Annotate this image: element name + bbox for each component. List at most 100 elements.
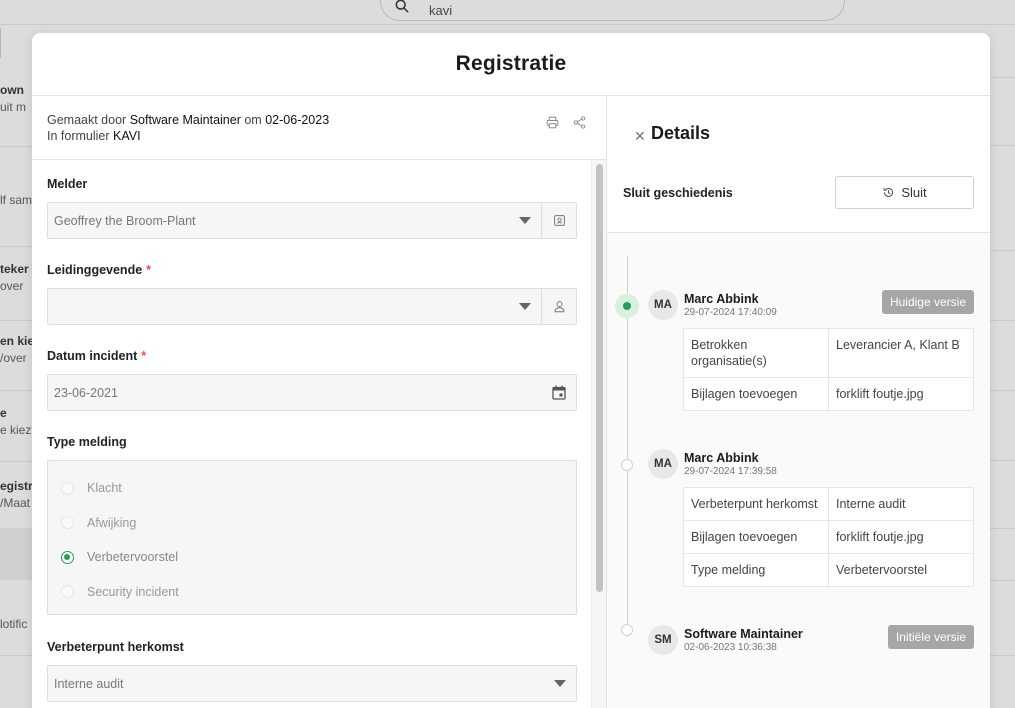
radio-option-verbetervoorstel[interactable]: Verbetervoorstel [61,540,576,575]
background-divider [990,390,1015,391]
change-field: Bijlagen toevoegen [683,520,829,554]
user-icon [554,301,564,313]
datum-incident-value: 23-06-2021 [54,385,118,400]
chevron-down-icon [554,680,566,687]
leidinggevende-user-button[interactable] [541,289,576,324]
background-divider [0,320,32,321]
datum-incident-input[interactable]: 23-06-2021 [47,374,577,411]
form-scrollbar[interactable] [591,160,606,708]
leidinggevende-select[interactable] [47,288,577,325]
background-divider [0,390,32,391]
background-divider [990,77,1015,78]
background-list-item: own uit m [0,83,27,114]
background-divider [990,528,1015,529]
background-search-bar: kavi [380,0,845,21]
registration-modal: Registratie Gemaakt door Software Mainta… [32,33,990,708]
entry-timestamp: 29-07-2024 17:40:09 [684,307,777,318]
radio-button[interactable] [61,516,74,530]
table-row: Bijlagen toevoegen forklift foutje.jpg [683,377,974,411]
details-title: Details [651,123,711,143]
background-divider [0,246,32,247]
entry-timestamp: 29-07-2024 17:39:58 [684,466,777,477]
avatar: MA [648,449,678,479]
radio-option-afwijking[interactable]: Afwijking [61,506,576,541]
change-value: Verbetervoorstel [828,553,974,587]
radio-button-selected[interactable] [61,550,74,564]
close-icon[interactable]: ✕ [634,128,646,145]
change-value: forklift foutje.jpg [828,520,974,554]
form-name: KAVI [113,129,141,143]
table-row: Bijlagen toevoegen forklift foutje.jpg [683,520,974,554]
table-row: Type melding Verbetervoorstel [683,553,974,587]
melder-select[interactable]: Geoffrey the Broom-Plant [47,202,577,239]
change-table: Verbeterpunt herkomst Interne audit Bijla… [683,487,974,587]
form-panel: Gemaakt door Software Maintainer om 02-0… [32,96,607,708]
background-list-item: lf sam [0,193,32,207]
background-divider [0,24,1015,25]
share-icon[interactable] [573,116,586,129]
background-list-item: en kiez/over [0,334,32,365]
background-divider [0,28,1,58]
table-row: Betrokken organisatie(s) Leverancier A, K… [683,328,974,378]
details-header: ✕ Details Sluit geschiedenis Sluit [607,96,990,233]
timeline-dot-current [615,294,639,318]
chevron-down-icon [519,217,531,224]
change-field: Bijlagen toevoegen [683,377,829,411]
background-list-item: ee kiez [0,406,32,437]
table-row: Verbeterpunt herkomst Interne audit [683,487,974,521]
radio-button[interactable] [61,481,74,495]
close-history-button[interactable]: Sluit [835,176,974,209]
change-field: Type melding [683,553,829,587]
search-icon [395,0,409,13]
entry-timestamp: 02-06-2023 10:36:38 [684,642,777,653]
created-by-line: Gemaakt door Software Maintainer om 02-0… [47,113,330,127]
contact-card-icon [553,215,565,226]
meta-actions [546,116,586,129]
verbeterpunt-herkomst-value: Interne audit [54,676,124,691]
entry-author: Software Maintainer [684,627,803,641]
change-value: forklift foutje.jpg [828,377,974,411]
entry-author: Marc Abbink [684,451,759,465]
entry-author: Marc Abbink [684,292,759,306]
background-divider [990,655,1015,656]
verbeterpunt-herkomst-select[interactable]: Interne audit [47,665,577,702]
field-label-verbeterpunt-herkomst: Verbeterpunt herkomst [47,640,184,654]
print-icon[interactable] [546,116,559,129]
change-table: Betrokken organisatie(s) Leverancier A, K… [683,328,974,411]
record-meta: Gemaakt door Software Maintainer om 02-0… [32,96,606,160]
radio-button[interactable] [61,585,74,599]
change-value: Interne audit [828,487,974,521]
background-list-item: lotific [0,617,28,631]
background-divider [990,145,1015,146]
field-label-datum-incident: Datum incident * [47,349,147,363]
change-field: Verbeterpunt herkomst [683,487,829,521]
melder-value: Geoffrey the Broom-Plant [54,213,196,228]
calendar-icon[interactable] [552,385,566,400]
field-label-leidinggevende: Leidinggevende * [47,263,152,277]
background-divider [990,320,1015,321]
change-value: Leverancier A, Klant B [828,328,974,378]
history-icon [883,187,894,198]
background-divider [0,146,32,147]
version-badge[interactable]: Initiële versie [887,625,974,649]
avatar: MA [648,290,678,320]
background-divider [0,461,32,462]
background-list-item: teker over [0,262,29,293]
scrollbar-thumb[interactable] [596,164,603,592]
radio-option-klacht[interactable]: Klacht [61,471,576,506]
melder-lookup-button[interactable] [541,203,576,238]
type-melding-radio-group: Klacht Afwijking Verbetervoorstel Securi… [47,460,577,615]
radio-option-security-incident[interactable]: Security incident [61,575,576,610]
background-divider [990,250,1015,251]
avatar: SM [648,625,678,655]
details-panel: ✕ Details Sluit geschiedenis Sluit MA Ma… [607,96,990,708]
background-divider [990,460,1015,461]
chevron-down-icon [519,303,531,310]
version-badge[interactable]: Huidige versie [881,290,974,314]
background-divider [990,580,1015,581]
background-search-value: kavi [429,3,453,18]
form-body: Melder Geoffrey the Broom-Plant Leidingg… [32,160,592,708]
required-marker: * [141,349,147,363]
modal-header: Registratie [32,33,990,96]
background-divider [0,655,32,656]
